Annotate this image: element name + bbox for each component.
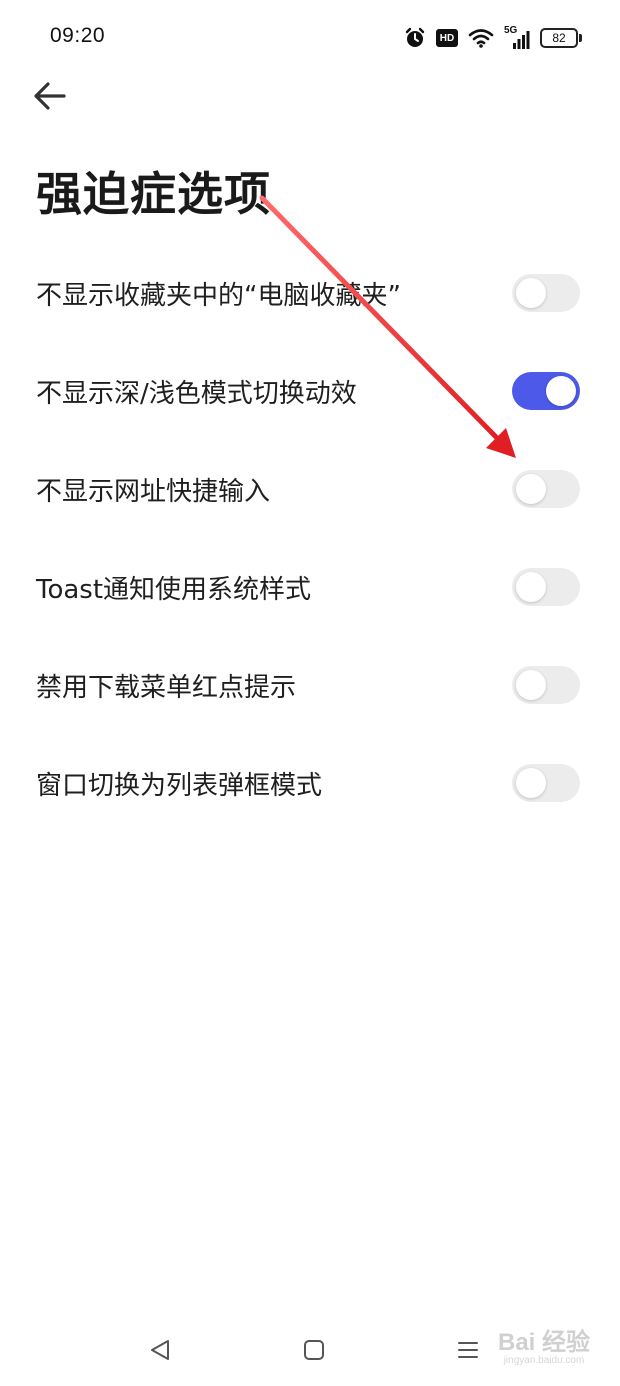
toggle-switch[interactable] bbox=[512, 274, 580, 312]
setting-row-hide-url-shortcuts[interactable]: 不显示网址快捷输入 bbox=[0, 440, 620, 538]
battery-level: 82 bbox=[540, 28, 578, 48]
setting-label: 不显示收藏夹中的“电脑收藏夹” bbox=[36, 280, 401, 311]
setting-label: Toast通知使用系统样式 bbox=[36, 574, 312, 605]
setting-row-hide-pc-favorites[interactable]: 不显示收藏夹中的“电脑收藏夹” bbox=[0, 244, 620, 342]
toggle-switch[interactable] bbox=[512, 372, 580, 410]
toggle-knob bbox=[516, 670, 546, 700]
setting-row-window-list-mode[interactable]: 窗口切换为列表弹框模式 bbox=[0, 734, 620, 832]
nav-back-icon bbox=[151, 1340, 169, 1360]
setting-label: 不显示网址快捷输入 bbox=[36, 476, 271, 507]
battery-tip bbox=[579, 34, 582, 42]
toggle-knob bbox=[516, 572, 546, 602]
toggle-knob bbox=[516, 278, 546, 308]
page-title: 强迫症选项 bbox=[36, 167, 271, 221]
setting-label: 不显示深/浅色模式切换动效 bbox=[36, 378, 357, 409]
status-bar: 09:20 HD 5G 82 bbox=[0, 0, 620, 76]
toggle-knob bbox=[516, 768, 546, 798]
battery-icon: 82 bbox=[540, 28, 582, 48]
status-time: 09:20 bbox=[50, 24, 106, 47]
watermark-main: Bai 经验 bbox=[497, 1329, 590, 1356]
nav-menu-button[interactable] bbox=[450, 1332, 486, 1368]
setting-row-system-toast[interactable]: Toast通知使用系统样式 bbox=[0, 538, 620, 636]
setting-row-hide-theme-animation[interactable]: 不显示深/浅色模式切换动效 bbox=[0, 342, 620, 440]
toggle-switch[interactable] bbox=[512, 568, 580, 606]
watermark-sub: jingyan.baidu.com bbox=[503, 1355, 585, 1366]
setting-label: 窗口切换为列表弹框模式 bbox=[36, 770, 323, 801]
nav-menu-icon bbox=[458, 1342, 478, 1358]
nav-back-button[interactable] bbox=[142, 1332, 178, 1368]
nav-home-button[interactable] bbox=[296, 1332, 332, 1368]
wifi-icon bbox=[468, 29, 494, 48]
toggle-knob bbox=[516, 474, 546, 504]
watermark: Bai 经验 jingyan.baidu.com bbox=[498, 1322, 590, 1366]
signal-5g-icon: 5G bbox=[504, 25, 530, 49]
hd-icon: HD bbox=[436, 29, 458, 47]
toggle-switch[interactable] bbox=[512, 764, 580, 802]
status-icons: HD 5G 82 bbox=[404, 24, 582, 52]
setting-label: 禁用下载菜单红点提示 bbox=[36, 672, 297, 703]
toggle-knob bbox=[546, 376, 576, 406]
alarm-icon bbox=[405, 27, 425, 47]
arrow-left-icon bbox=[34, 82, 66, 110]
back-button[interactable] bbox=[28, 74, 72, 118]
nav-home-icon bbox=[304, 1340, 324, 1360]
toggle-switch[interactable] bbox=[512, 470, 580, 508]
setting-row-disable-download-badge[interactable]: 禁用下载菜单红点提示 bbox=[0, 636, 620, 734]
settings-list: 不显示收藏夹中的“电脑收藏夹” 不显示深/浅色模式切换动效 不显示网址快捷输入 … bbox=[0, 244, 620, 832]
toggle-switch[interactable] bbox=[512, 666, 580, 704]
